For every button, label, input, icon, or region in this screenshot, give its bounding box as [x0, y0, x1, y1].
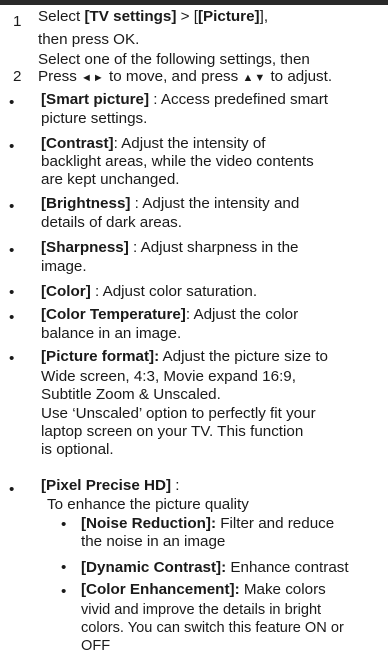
picture-format-line-1: [Picture format]: Adjust the picture siz… [41, 348, 328, 366]
dynamic-contrast-line-1: [Dynamic Contrast]: Enhance contrast [81, 558, 349, 576]
color-enhancement-line-4: OFF [81, 637, 111, 654]
picture-format-line-6: is optional. [41, 441, 114, 459]
bullet-icon: • [9, 138, 15, 156]
bullet-icon: • [9, 93, 15, 111]
bullet-icon: • [9, 241, 15, 259]
sharpness-line-2: image. [41, 257, 87, 275]
picture-format-line-3: Subtitle Zoom & Unscaled. [41, 385, 221, 403]
contrast-line-3: are kept unchanged. [41, 170, 180, 188]
bullet-icon: • [9, 481, 15, 499]
brightness-line-2: details of dark areas. [41, 213, 182, 231]
step-2-line-1: Select one of the following settings, th… [38, 50, 310, 68]
noise-reduction-line-1: [Noise Reduction]: Filter and reduce [81, 514, 335, 532]
noise-reduction-line-2: the noise in an image [81, 532, 226, 550]
step-2-number: 2 [13, 67, 22, 85]
sub-bullet-icon: • [61, 583, 67, 601]
color-temperature-line-2: balance in an image. [41, 324, 182, 342]
up-down-arrows-icon: ▲▼ [242, 71, 267, 84]
contrast-line-1: [Contrast]: Adjust the intensity of [41, 134, 266, 152]
top-rule [0, 0, 388, 5]
color-enhancement-line-2: vivid and improve the details in bright [81, 601, 322, 618]
step-1-line-2: then press OK. [38, 30, 140, 48]
step-1-line-1: Select [TV settings] > [[Picture]], [38, 7, 269, 25]
left-right-arrows-icon: ◄► [81, 71, 105, 84]
bullet-icon: • [9, 197, 15, 215]
picture-format-line-2: Wide screen, 4:3, Movie expand 16:9, [41, 367, 296, 385]
brightness-line-1: [Brightness] : Adjust the intensity and [41, 194, 300, 212]
contrast-line-2: backlight areas, while the video content… [41, 152, 314, 170]
color-line-1: [Color] : Adjust color saturation. [41, 282, 258, 300]
picture-format-line-4: Use ‘Unscaled’ option to perfectly fit y… [41, 404, 316, 422]
sub-bullet-icon: • [61, 558, 67, 576]
bullet-icon: • [9, 283, 15, 301]
step-1-number: 1 [13, 13, 22, 31]
sharpness-line-1: [Sharpness] : Adjust sharpness in the [41, 238, 299, 256]
color-enhancement-line-3: colors. You can switch this feature ON o… [81, 619, 344, 636]
bullet-icon: • [9, 309, 15, 327]
color-temperature-line-1: [Color Temperature]: Adjust the color [41, 306, 299, 324]
pixel-precise-line-1: [Pixel Precise HD] : [41, 477, 180, 495]
bullet-icon: • [9, 350, 15, 368]
smart-picture-line-2: picture settings. [41, 109, 148, 127]
sub-bullet-icon: • [61, 515, 67, 533]
smart-picture-line-1: [Smart picture] : Access predefined smar… [41, 90, 328, 108]
picture-format-line-5: laptop screen on your TV. This function [41, 422, 304, 440]
menu-picture: [Picture] [197, 7, 260, 25]
color-enhancement-line-1: [Color Enhancement]: Make colors [81, 581, 326, 599]
pixel-precise-line-2: To enhance the picture quality [47, 496, 249, 514]
step-2-line-2: Press ◄► to move, and press ▲▼ to adjust… [38, 67, 333, 85]
